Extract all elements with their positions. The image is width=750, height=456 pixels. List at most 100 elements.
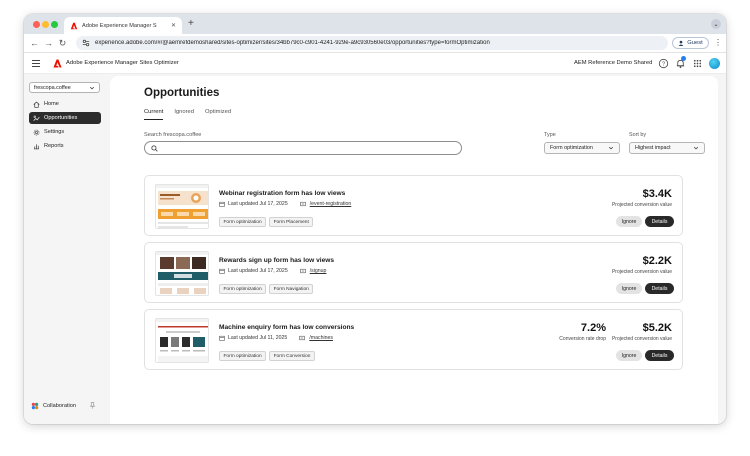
- sidebar-item-settings[interactable]: Settings: [29, 126, 101, 138]
- opportunity-title: Machine enquiry form has low conversions: [219, 324, 355, 331]
- browser-window: Adobe Experience Manager S ✕ + ⌄ ← → ↻ e…: [24, 14, 726, 424]
- page-title: Opportunities: [144, 87, 220, 99]
- details-button[interactable]: Details: [645, 350, 674, 361]
- page-path-link[interactable]: /machines: [309, 335, 333, 341]
- tab-search-chevron-icon[interactable]: ⌄: [711, 19, 721, 29]
- ignore-button[interactable]: Ignore: [616, 283, 642, 294]
- sort-select[interactable]: Highest impact: [629, 142, 705, 154]
- url-text: experience.adobe.com/#/@aemrefdemoshared…: [95, 40, 490, 46]
- sidebar-item-opportunities[interactable]: Opportunities: [29, 112, 101, 124]
- ignore-button[interactable]: Ignore: [616, 350, 642, 361]
- collaboration-label: Collaboration: [43, 403, 76, 409]
- tag: Form optimization: [219, 351, 267, 361]
- forward-arrow-icon[interactable]: →: [43, 38, 54, 49]
- tag: Form Navigation: [269, 284, 314, 294]
- svg-text:?: ?: [662, 62, 665, 68]
- close-window-button[interactable]: [33, 21, 40, 28]
- new-tab-button[interactable]: +: [188, 18, 194, 30]
- guest-profile-button[interactable]: Guest: [672, 37, 709, 49]
- person-icon: [678, 40, 684, 46]
- collaboration-icon: [31, 402, 39, 410]
- tab-close-icon[interactable]: ✕: [171, 22, 176, 29]
- conversion-rate-drop-label: Conversion rate drop: [559, 336, 606, 342]
- app-header: Adobe Experience Manager Sites Optimizer…: [24, 53, 726, 74]
- page-link-icon: [299, 335, 305, 341]
- details-button[interactable]: Details: [645, 283, 674, 294]
- hamburger-menu-icon[interactable]: [32, 60, 40, 69]
- tag-list: Form optimization Form Placement: [219, 217, 314, 227]
- org-switcher[interactable]: AEM Reference Demo Shared: [574, 60, 652, 66]
- gear-icon: [33, 129, 40, 135]
- details-button[interactable]: Details: [645, 216, 674, 227]
- projected-value: $5.2K: [642, 322, 672, 334]
- projected-value-label: Projected conversion value: [611, 202, 672, 208]
- last-updated-text: Last updated Jul 11, 2025: [228, 335, 288, 341]
- projected-value: $2.2K: [642, 255, 672, 267]
- site-select[interactable]: frescopa.coffee: [29, 82, 100, 93]
- minimize-window-button[interactable]: [42, 21, 49, 28]
- back-arrow-icon[interactable]: ←: [29, 38, 40, 49]
- sidebar-item-home[interactable]: Home: [29, 98, 101, 110]
- rewards-page-preview-icon: [156, 252, 208, 294]
- sort-label: Sort by: [629, 132, 647, 138]
- page-thumbnail: [155, 251, 209, 296]
- page-path-link[interactable]: /event-registration: [310, 201, 352, 207]
- page-thumbnail: [155, 318, 209, 363]
- guest-label: Guest: [687, 40, 703, 46]
- opportunity-title: Rewards sign up form has low views: [219, 257, 335, 264]
- browser-tab-title: Adobe Experience Manager S: [82, 22, 157, 29]
- site-info-icon[interactable]: [82, 39, 90, 47]
- tag: Form optimization: [219, 284, 267, 294]
- opportunity-title: Webinar registration form has low views: [219, 190, 346, 197]
- tab-current[interactable]: Current: [144, 109, 164, 120]
- opportunity-meta: Last updated Jul 11, 2025 /machines: [219, 335, 333, 341]
- notification-badge: [681, 56, 686, 61]
- tab-optimized[interactable]: Optimized: [205, 109, 231, 120]
- browser-tab-strip: Adobe Experience Manager S ✕ + ⌄: [24, 14, 726, 34]
- tab-ignored[interactable]: Ignored: [174, 109, 194, 120]
- sidebar-item-label: Opportunities: [44, 115, 78, 121]
- address-bar[interactable]: experience.adobe.com/#/@aemrefdemoshared…: [76, 36, 668, 50]
- chevron-down-icon: [89, 86, 95, 89]
- opportunity-card[interactable]: Webinar registration form has low views …: [144, 175, 683, 236]
- search-field[interactable]: [144, 141, 462, 155]
- opportunity-card[interactable]: Machine enquiry form has low conversions…: [144, 309, 683, 370]
- browser-tab[interactable]: Adobe Experience Manager S ✕: [64, 17, 182, 34]
- browser-menu-icon[interactable]: ⋮: [714, 38, 722, 48]
- tag-list: Form optimization Form Navigation: [219, 284, 314, 294]
- page-path-link[interactable]: /signup: [310, 268, 327, 274]
- sidebar-item-label: Settings: [44, 129, 65, 135]
- sort-select-value: Highest impact: [635, 145, 671, 151]
- tag: Form Conversion: [269, 351, 315, 361]
- last-updated-text: Last updated Jul 17, 2025: [228, 268, 288, 274]
- sidebar-item-label: Reports: [44, 143, 64, 149]
- calendar-icon: [219, 268, 225, 274]
- opportunities-icon: [33, 115, 40, 121]
- browser-toolbar: ← → ↻ experience.adobe.com/#/@aemrefdemo…: [24, 34, 726, 53]
- page-link-icon: [300, 268, 306, 274]
- sidebar-item-reports[interactable]: Reports: [29, 140, 101, 152]
- maximize-window-button[interactable]: [51, 21, 58, 28]
- search-label: Search frescopa.coffee: [144, 132, 202, 138]
- adobe-favicon-icon: [70, 22, 78, 29]
- home-icon: [33, 101, 40, 108]
- projected-value-label: Projected conversion value: [611, 269, 672, 275]
- adobe-logo-icon: [53, 59, 62, 68]
- search-input[interactable]: [162, 145, 452, 151]
- chevron-down-icon: [693, 146, 699, 150]
- tag: Form optimization: [219, 217, 267, 227]
- user-avatar[interactable]: [709, 58, 720, 69]
- reload-icon[interactable]: ↻: [57, 38, 68, 49]
- opportunity-card[interactable]: Rewards sign up form has low views Last …: [144, 242, 683, 303]
- projected-value-label: Projected conversion value: [611, 336, 672, 342]
- projected-value: $3.4K: [642, 188, 672, 200]
- apps-grid-icon[interactable]: [692, 58, 703, 69]
- collaboration-button[interactable]: Collaboration: [31, 402, 76, 410]
- help-icon[interactable]: ?: [658, 58, 669, 69]
- ignore-button[interactable]: Ignore: [616, 216, 642, 227]
- chevron-down-icon: [608, 146, 614, 150]
- reports-icon: [34, 143, 39, 149]
- type-select[interactable]: Form optimization: [544, 142, 620, 154]
- opportunity-meta: Last updated Jul 17, 2025 /signup: [219, 268, 326, 274]
- pin-panel-icon[interactable]: [89, 402, 96, 409]
